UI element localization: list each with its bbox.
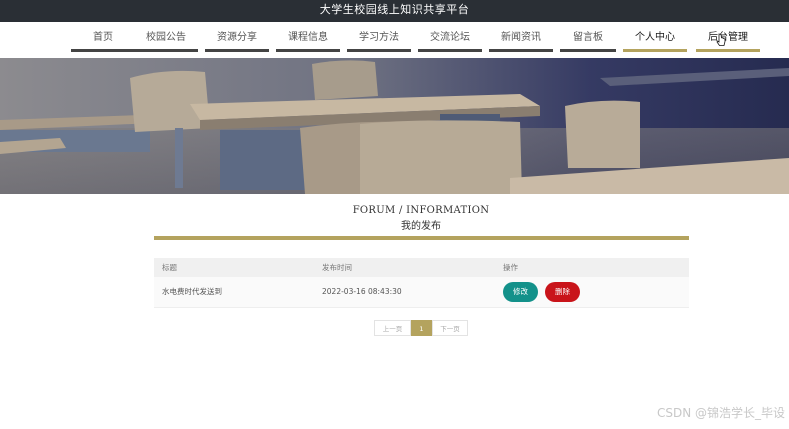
section-title-cn: 我的发布 xyxy=(401,221,441,232)
nav-item-label: 交流论坛 xyxy=(430,32,470,43)
nav-item-label: 后台管理 xyxy=(708,32,748,43)
nav-item-forum[interactable]: 交流论坛 xyxy=(418,32,482,52)
nav-item-news[interactable]: 新闻资讯 xyxy=(489,32,553,52)
nav-item-label: 资源分享 xyxy=(217,32,257,43)
mouse-cursor-icon xyxy=(716,33,726,46)
nav-item-resources[interactable]: 资源分享 xyxy=(205,32,269,52)
nav-underline xyxy=(623,49,687,52)
edit-button[interactable]: 修改 xyxy=(503,282,538,302)
classroom-illustration xyxy=(0,58,789,194)
site-title-bar: 大学生校园线上知识共享平台 xyxy=(0,0,789,22)
row-time: 2022-03-16 08:43:30 xyxy=(322,287,402,296)
classroom-banner-image xyxy=(0,58,789,194)
nav-item-home[interactable]: 首页 xyxy=(71,32,135,52)
next-page-button[interactable]: 下一页 xyxy=(432,320,468,336)
nav-item-personal-center[interactable]: 个人中心 xyxy=(623,32,687,52)
nav-underline xyxy=(489,49,553,52)
section-heading: FORUM / INFORMATION 我的发布 xyxy=(0,205,789,232)
table-row: 水电费时代发送到 2022-03-16 08:43:30 修改 删除 xyxy=(154,277,689,308)
nav-item-label: 留言板 xyxy=(573,32,603,43)
nav-item-label: 课程信息 xyxy=(288,32,328,43)
site-title: 大学生校园线上知识共享平台 xyxy=(319,3,470,16)
nav-underline xyxy=(347,49,411,52)
current-page-button[interactable]: 1 xyxy=(411,320,432,336)
nav-item-label: 新闻资讯 xyxy=(501,32,541,43)
nav-underline xyxy=(560,49,616,52)
section-title-en: FORUM / INFORMATION xyxy=(352,205,490,216)
header-title: 标题 xyxy=(162,263,177,272)
nav-underline xyxy=(276,49,340,52)
nav-item-study-methods[interactable]: 学习方法 xyxy=(347,32,411,52)
nav-item-announcements[interactable]: 校园公告 xyxy=(134,32,198,52)
prev-page-button[interactable]: 上一页 xyxy=(374,320,411,336)
nav-item-label: 首页 xyxy=(93,32,113,43)
nav-underline xyxy=(696,49,760,52)
nav-underline xyxy=(205,49,269,52)
nav-underline xyxy=(134,49,198,52)
nav-item-label: 校园公告 xyxy=(146,32,186,43)
nav-item-message-board[interactable]: 留言板 xyxy=(560,32,616,52)
nav-item-admin[interactable]: 后台管理 xyxy=(696,32,760,52)
nav-underline xyxy=(71,49,135,52)
watermark-text: CSDN @锦浩学长_毕设 xyxy=(656,406,785,420)
section-divider xyxy=(154,236,689,240)
header-time: 发布时间 xyxy=(322,263,352,272)
nav-item-label: 个人中心 xyxy=(635,32,675,43)
my-posts-table: 标题 发布时间 操作 水电费时代发送到 2022-03-16 08:43:30 … xyxy=(154,258,689,308)
nav-item-courses[interactable]: 课程信息 xyxy=(276,32,340,52)
row-title: 水电费时代发送到 xyxy=(162,287,222,296)
nav-underline xyxy=(418,49,482,52)
main-nav: 首页 校园公告 资源分享 课程信息 学习方法 交流论坛 新闻资讯 留言板 个人中… xyxy=(0,22,789,58)
delete-button[interactable]: 删除 xyxy=(545,282,580,302)
table-header: 标题 发布时间 操作 xyxy=(154,258,689,277)
nav-item-label: 学习方法 xyxy=(359,32,399,43)
header-actions: 操作 xyxy=(503,263,518,272)
